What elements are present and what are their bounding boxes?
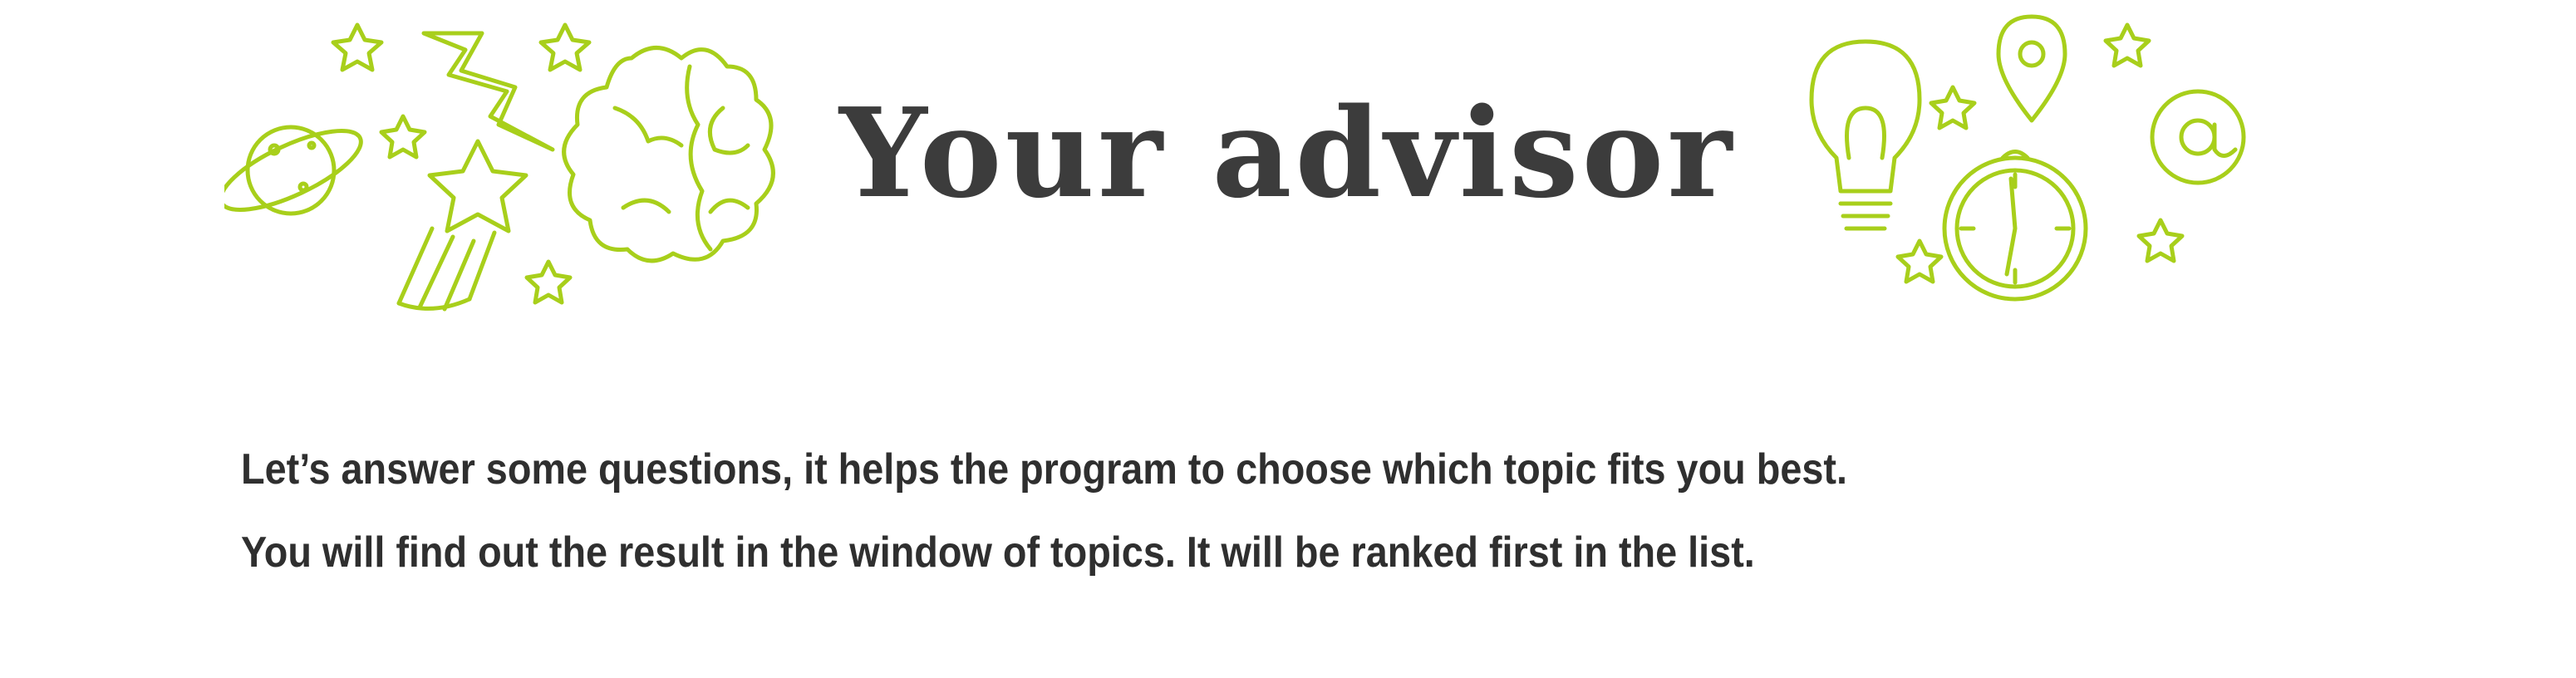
star-icon bbox=[1929, 85, 1977, 130]
star-icon bbox=[538, 22, 592, 72]
location-pin-icon bbox=[1996, 14, 2067, 123]
star-icon bbox=[379, 114, 427, 160]
lightbulb-icon bbox=[1809, 39, 1922, 231]
star-icon bbox=[331, 22, 384, 72]
at-sign-icon bbox=[2150, 89, 2246, 185]
right-doodle-cluster bbox=[1809, 14, 2246, 302]
lightning-icon bbox=[421, 31, 555, 152]
star-icon bbox=[1895, 238, 1944, 284]
star-icon bbox=[2136, 218, 2185, 263]
planet-icon bbox=[224, 125, 363, 216]
intro-line-1: Let’s answer some questions, it helps th… bbox=[241, 445, 1848, 494]
clock-icon bbox=[1942, 150, 2088, 302]
star-icon bbox=[2103, 22, 2151, 68]
brain-icon bbox=[562, 46, 775, 263]
header-banner: Your advisor bbox=[0, 0, 2576, 332]
shooting-star-icon bbox=[396, 139, 528, 312]
star-icon bbox=[524, 259, 573, 305]
page-title: Your advisor bbox=[839, 81, 1736, 225]
intro-line-2: You will find out the result in the wind… bbox=[241, 528, 1755, 577]
intro-text: Let’s answer some questions, it helps th… bbox=[241, 428, 2185, 594]
left-doodle-cluster bbox=[224, 22, 775, 312]
